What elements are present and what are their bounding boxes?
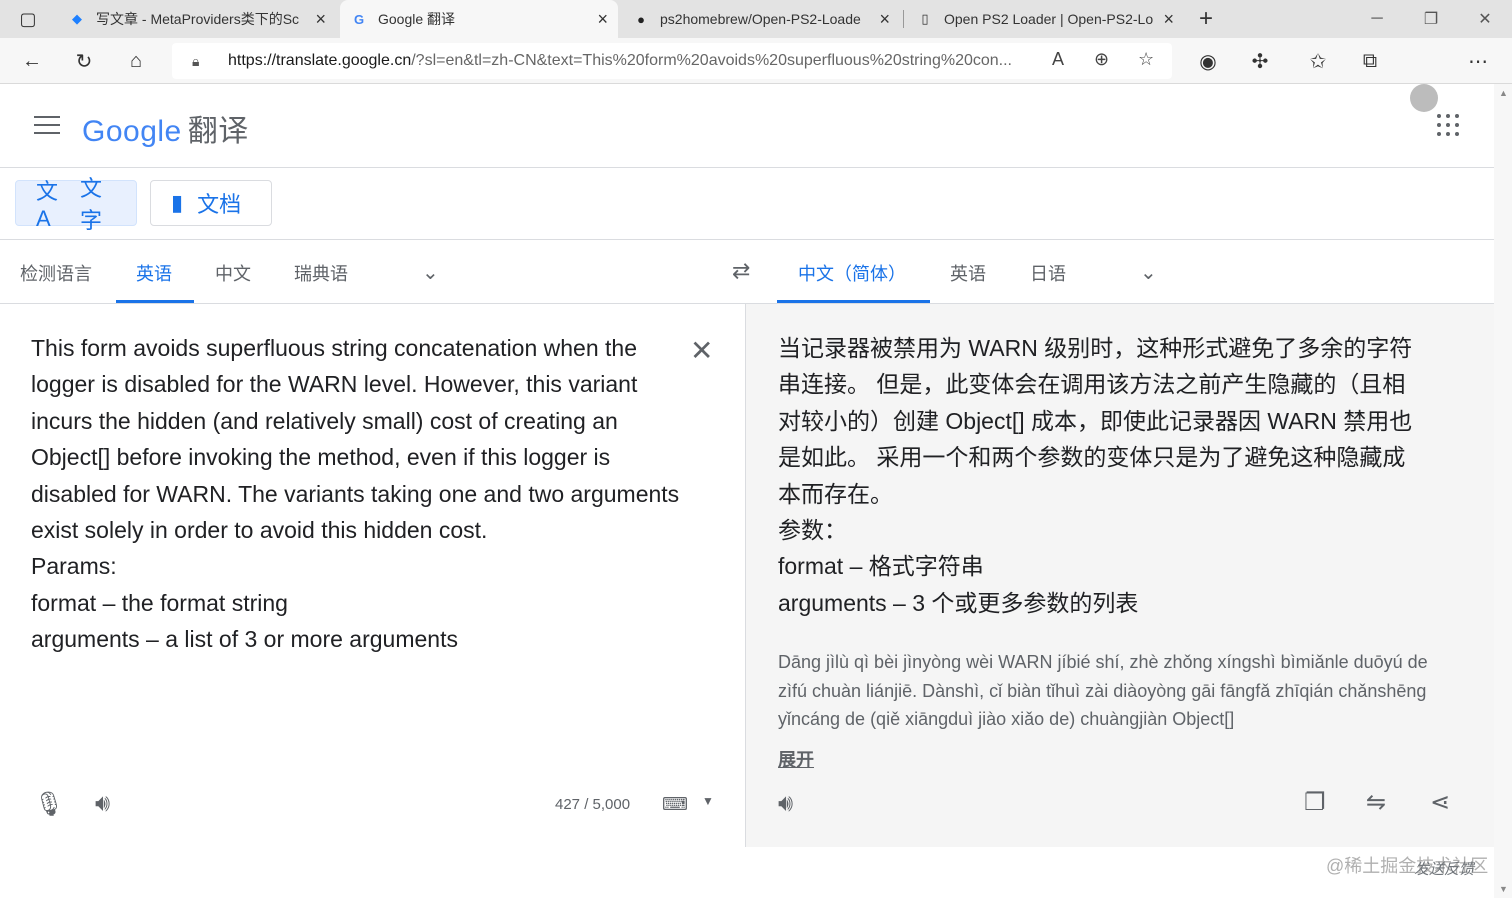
target-lang-japanese[interactable]: 日语 (1030, 260, 1066, 286)
zoom-icon[interactable]: ⊕ (1094, 49, 1109, 70)
add-favorite-icon[interactable]: ☆ (1138, 49, 1154, 70)
browser-tab-bar: ▢ ◆ 写文章 - MetaProviders类下的Sc × G Google … (0, 0, 1512, 38)
source-pane: This form avoids superfluous string conc… (0, 304, 746, 847)
browser-toolbar: ← ↻ ⌂ 🔒︎ https://translate.google.cn /?s… (0, 38, 1512, 112)
target-lang-english[interactable]: 英语 (950, 260, 986, 286)
document-icon: ▯ (921, 11, 929, 26)
rate-translation-icon[interactable]: ⇋ (1366, 788, 1386, 817)
scroll-up-icon[interactable]: ▲ (1499, 88, 1508, 98)
keyboard-icon[interactable]: ⌨ (662, 794, 688, 815)
back-icon[interactable]: ← (16, 46, 48, 76)
tab-title: ps2homebrew/Open-PS2-Loade (660, 11, 861, 27)
page-footer (0, 848, 1494, 898)
source-text-input[interactable]: This form avoids superfluous string conc… (31, 330, 681, 658)
url-host: https://translate.google.cn (228, 52, 412, 69)
listen-source-icon[interactable]: 🔊︎ (95, 790, 110, 818)
url-path: /?sl=en&tl=zh-CN&text=This%20form%20avoi… (411, 52, 1012, 69)
refresh-icon[interactable]: ↻ (68, 46, 100, 76)
input-tools-dropdown-icon[interactable]: ▼ (702, 794, 714, 808)
lock-icon: 🔒︎ (192, 52, 200, 69)
character-count: 427 / 5,000 (555, 796, 631, 813)
clear-source-icon[interactable]: ✕ (690, 334, 713, 367)
page-scrollbar[interactable]: ▲ ▼ (1494, 84, 1512, 898)
document-mode-button[interactable]: ▮ 文档 (150, 180, 272, 226)
favorites-icon[interactable]: ✩ (1302, 46, 1334, 76)
extensions-puzzle-icon[interactable]: ✣ (1244, 46, 1276, 76)
expand-link[interactable]: 展开 (778, 746, 814, 772)
microphone-icon[interactable]: 🎙︎ (34, 790, 64, 819)
juejin-icon: ◆ (72, 11, 82, 26)
close-window-icon[interactable]: ✕ (1458, 0, 1512, 38)
translation-panes: This form avoids superfluous string conc… (0, 304, 1494, 847)
send-feedback-link[interactable]: 发送反馈 (1414, 858, 1474, 879)
text-mode-label: 文字 (80, 176, 103, 233)
tab-github[interactable]: ● ps2homebrew/Open-PS2-Loade × (622, 0, 900, 38)
logo-product: 翻译 (187, 115, 249, 148)
tab-google-translate[interactable]: G Google 翻译 × (340, 0, 618, 38)
target-lang-underline (777, 300, 930, 303)
mode-bar: 文A 文字 ▮ 文档 (0, 168, 1494, 240)
target-pane: 当记录器被禁用为 WARN 级别时，这种形式避免了多余的字符串连接。 但是，此变… (746, 304, 1494, 847)
github-icon: ● (637, 11, 645, 27)
new-tab-icon[interactable]: + (1190, 4, 1222, 34)
listen-translation-icon[interactable]: 🔊︎ (778, 790, 793, 818)
google-translate-logo[interactable]: Google 翻译 (82, 106, 249, 150)
document-icon: ▮ (171, 190, 184, 215)
translate-icon: 文A (36, 179, 59, 231)
source-lang-swedish[interactable]: 瑞典语 (294, 260, 348, 286)
document-mode-label: 文档 (197, 192, 242, 217)
logo-google: Google (82, 115, 182, 148)
restore-icon[interactable]: ❐ (1404, 0, 1458, 38)
source-lang-chinese[interactable]: 中文 (215, 260, 251, 286)
close-tab-icon[interactable]: × (1163, 9, 1174, 30)
text-mode-button[interactable]: 文A 文字 (15, 176, 137, 233)
pinyin-romanization: Dāng jìlù qì bèi jìnyòng wèi WARN jíbié … (778, 652, 1428, 729)
tab-open-ps2-loader[interactable]: ▯ Open PS2 Loader | Open-PS2-Lo × (906, 0, 1184, 38)
google-translate-icon: G (353, 11, 365, 27)
apps-grid-icon[interactable] (1437, 114, 1459, 136)
tab-actions-icon[interactable]: ▢ (12, 4, 44, 34)
collections-icon[interactable]: ⧉ (1354, 46, 1386, 76)
tab-separator (903, 10, 904, 28)
source-lang-underline (116, 300, 194, 303)
extension-icon[interactable]: ◉ (1192, 46, 1224, 76)
source-lang-more-icon[interactable]: ⌄ (422, 260, 439, 285)
target-lang-more-icon[interactable]: ⌄ (1140, 260, 1157, 285)
home-icon[interactable]: ⌂ (120, 46, 152, 76)
minimize-icon[interactable]: ─ (1350, 0, 1404, 38)
close-tab-icon[interactable]: × (315, 9, 326, 30)
menu-icon[interactable] (34, 116, 60, 136)
more-menu-icon[interactable]: ⋯ (1462, 46, 1494, 76)
scroll-down-icon[interactable]: ▼ (1499, 884, 1508, 894)
source-lang-detect[interactable]: 检测语言 (20, 260, 92, 286)
swap-languages-icon[interactable]: ⇄ (732, 258, 750, 284)
target-lang-chinese-simplified[interactable]: 中文（简体） (798, 260, 906, 286)
tab-title: Open PS2 Loader | Open-PS2-Lo (944, 11, 1154, 27)
tab-title: 写文章 - MetaProviders类下的Sc (96, 11, 300, 27)
tab-juejin[interactable]: ◆ 写文章 - MetaProviders类下的Sc × (58, 0, 336, 38)
read-aloud-icon[interactable]: A (1052, 49, 1064, 70)
translated-text: 当记录器被禁用为 WARN 级别时，这种形式避免了多余的字符串连接。 但是，此变… (778, 335, 1413, 616)
copy-icon[interactable]: ❐ (1304, 788, 1326, 817)
share-icon[interactable]: ⋖ (1430, 788, 1450, 817)
address-bar[interactable]: 🔒︎ https://translate.google.cn /?sl=en&t… (172, 43, 1172, 79)
source-lang-english[interactable]: 英语 (136, 260, 172, 286)
translate-header: Google 翻译 (0, 84, 1494, 168)
close-tab-icon[interactable]: × (597, 9, 608, 30)
language-bar: 检测语言 英语 中文 瑞典语 ⌄ ⇄ 中文（简体） 英语 日语 ⌄ (0, 240, 1494, 304)
tab-title: Google 翻译 (378, 11, 456, 27)
close-tab-icon[interactable]: × (879, 9, 890, 30)
